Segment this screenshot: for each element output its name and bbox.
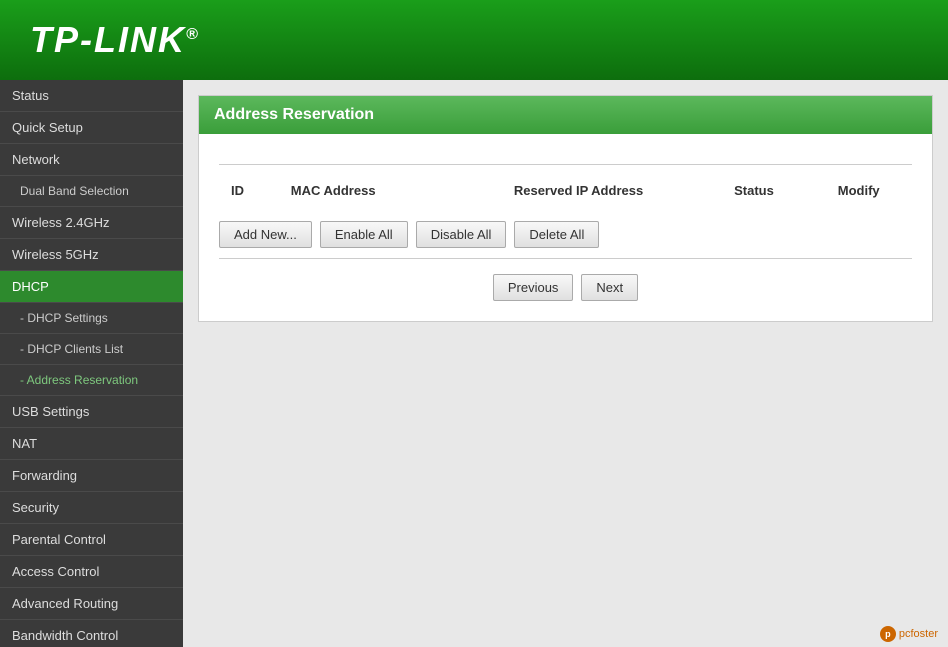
header: TP-LINK®	[0, 0, 948, 80]
sidebar-item-quick-setup[interactable]: Quick Setup	[0, 112, 183, 144]
sidebar-item-usb-settings[interactable]: USB Settings	[0, 396, 183, 428]
sidebar-item-wireless-24[interactable]: Wireless 2.4GHz	[0, 207, 183, 239]
logo: TP-LINK®	[30, 19, 200, 61]
sidebar: Status Quick Setup Network Dual Band Sel…	[0, 80, 183, 647]
sidebar-item-nat[interactable]: NAT	[0, 428, 183, 460]
page-title: Address Reservation	[199, 96, 932, 134]
sidebar-item-dhcp-settings[interactable]: - DHCP Settings	[0, 303, 183, 334]
sidebar-item-network[interactable]: Network	[0, 144, 183, 176]
enable-all-button[interactable]: Enable All	[320, 221, 408, 248]
content-area: Address Reservation ID MAC Address Reser…	[198, 95, 933, 322]
sidebar-item-forwarding[interactable]: Forwarding	[0, 460, 183, 492]
sidebar-item-status[interactable]: Status	[0, 80, 183, 112]
col-mac: MAC Address	[279, 175, 455, 206]
sidebar-item-parental-control[interactable]: Parental Control	[0, 524, 183, 556]
main-content: Address Reservation ID MAC Address Reser…	[183, 80, 948, 647]
divider-top	[219, 164, 912, 165]
sidebar-item-address-reservation[interactable]: - Address Reservation	[0, 365, 183, 396]
next-button[interactable]: Next	[581, 274, 638, 301]
disable-all-button[interactable]: Disable All	[416, 221, 507, 248]
previous-button[interactable]: Previous	[493, 274, 574, 301]
address-table: ID MAC Address Reserved IP Address Statu…	[219, 175, 912, 206]
divider-bottom	[219, 258, 912, 259]
add-new-button[interactable]: Add New...	[219, 221, 312, 248]
sidebar-item-security[interactable]: Security	[0, 492, 183, 524]
sidebar-item-wireless-5[interactable]: Wireless 5GHz	[0, 239, 183, 271]
delete-all-button[interactable]: Delete All	[514, 221, 599, 248]
sidebar-item-bandwidth-control[interactable]: Bandwidth Control	[0, 620, 183, 647]
sidebar-item-dhcp[interactable]: DHCP	[0, 271, 183, 303]
col-status: Status	[702, 175, 805, 206]
action-buttons: Add New... Enable All Disable All Delete…	[219, 221, 912, 248]
col-modify: Modify	[805, 175, 912, 206]
sidebar-item-dhcp-clients[interactable]: - DHCP Clients List	[0, 334, 183, 365]
footer-icon: p	[880, 626, 896, 642]
col-ip: Reserved IP Address	[455, 175, 703, 206]
footer-text: pcfoster	[899, 628, 938, 640]
sidebar-item-advanced-routing[interactable]: Advanced Routing	[0, 588, 183, 620]
sidebar-item-dual-band[interactable]: Dual Band Selection	[0, 176, 183, 207]
content-body: ID MAC Address Reserved IP Address Statu…	[199, 134, 932, 321]
col-id: ID	[219, 175, 279, 206]
nav-buttons: Previous Next	[219, 274, 912, 301]
footer-watermark: p pcfoster	[880, 626, 938, 642]
layout: Status Quick Setup Network Dual Band Sel…	[0, 80, 948, 647]
sidebar-item-access-control[interactable]: Access Control	[0, 556, 183, 588]
